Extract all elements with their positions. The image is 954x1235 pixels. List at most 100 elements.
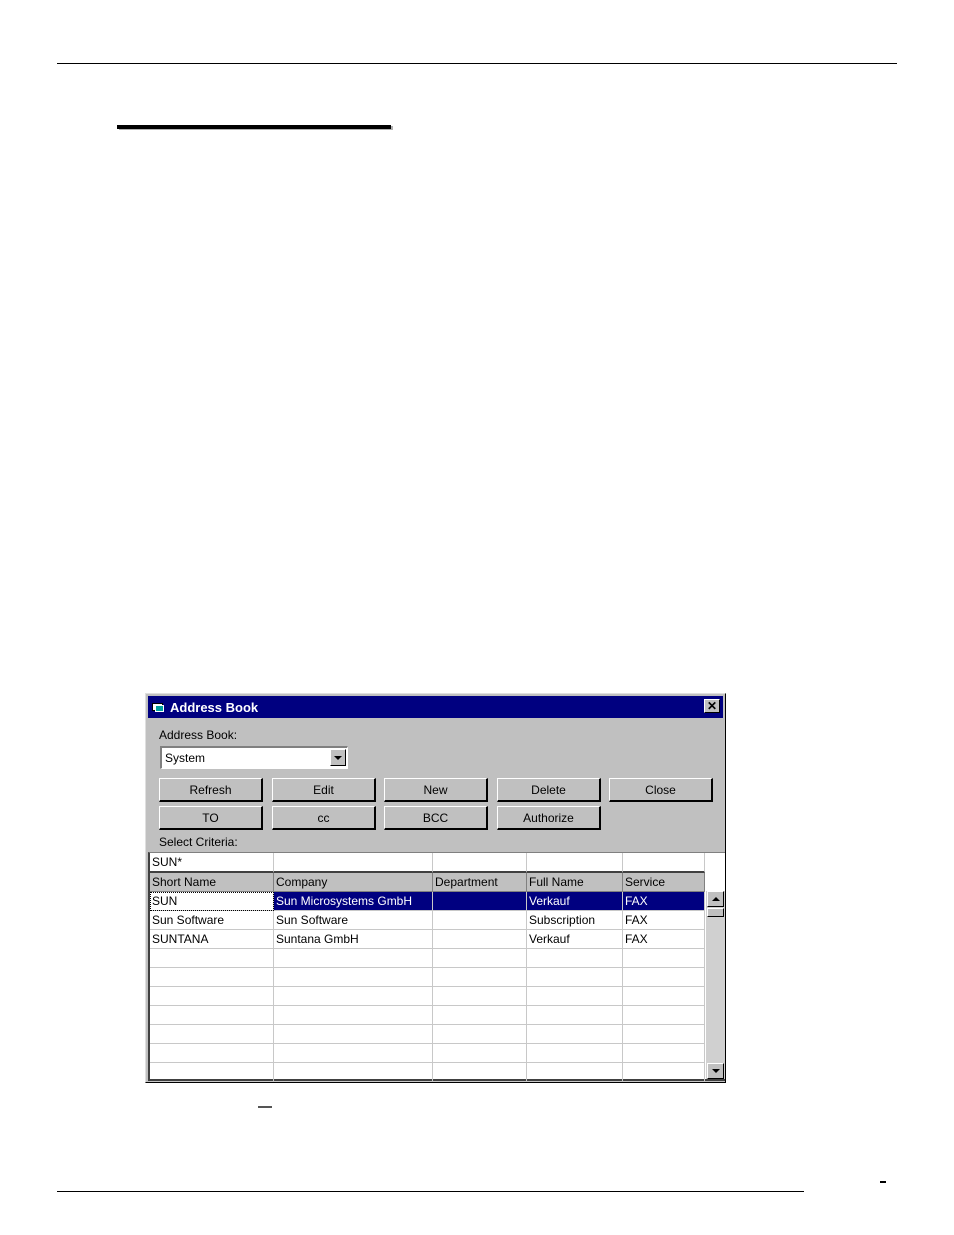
cell-full-name[interactable]: Subscription — [527, 911, 623, 930]
cell-department[interactable] — [433, 892, 527, 911]
cell-company[interactable] — [274, 1063, 433, 1082]
cell-department[interactable] — [433, 968, 527, 987]
criteria-input-short-name[interactable]: SUN* — [150, 853, 274, 873]
table-row[interactable] — [150, 1006, 705, 1025]
window-close-button[interactable]: ✕ — [704, 699, 720, 713]
cell-service[interactable]: FAX — [623, 892, 705, 911]
cell-full-name[interactable] — [527, 949, 623, 968]
close-icon: ✕ — [706, 699, 718, 713]
cell-department[interactable] — [433, 911, 527, 930]
cell-service[interactable] — [623, 1025, 705, 1044]
table-row[interactable] — [150, 968, 705, 987]
cell-service[interactable] — [623, 949, 705, 968]
cell-company[interactable]: Sun Microsystems GmbH — [274, 892, 433, 911]
table-row[interactable]: SUN Sun Microsystems GmbH Verkauf FAX — [150, 892, 705, 911]
close-button[interactable]: Close — [609, 778, 713, 802]
cell-short-name[interactable]: Sun Software — [150, 911, 274, 930]
cell-department[interactable] — [433, 1025, 527, 1044]
cell-department[interactable] — [433, 1044, 527, 1063]
delete-button[interactable]: Delete — [497, 778, 601, 802]
to-button[interactable]: TO — [159, 806, 263, 830]
column-header-short-name[interactable]: Short Name — [150, 873, 274, 892]
cell-company[interactable]: Sun Software — [274, 911, 433, 930]
scroll-thumb[interactable] — [707, 908, 724, 917]
table-row[interactable] — [150, 1063, 705, 1082]
column-header-full-name[interactable]: Full Name — [527, 873, 623, 892]
address-book-select-value: System — [165, 751, 206, 765]
cell-department[interactable] — [433, 949, 527, 968]
cell-full-name[interactable] — [527, 1006, 623, 1025]
cell-company[interactable]: Suntana GmbH — [274, 930, 433, 949]
cell-full-name[interactable] — [527, 987, 623, 1006]
criteria-input-department[interactable] — [433, 853, 527, 873]
cell-short-name[interactable] — [150, 968, 274, 987]
cell-company[interactable] — [274, 949, 433, 968]
criteria-input-company[interactable] — [274, 853, 433, 873]
cell-department[interactable] — [433, 1063, 527, 1082]
cell-full-name[interactable]: Verkauf — [527, 892, 623, 911]
cell-service[interactable] — [623, 968, 705, 987]
edit-button[interactable]: Edit — [272, 778, 376, 802]
cell-department[interactable] — [433, 930, 527, 949]
table-row[interactable] — [150, 987, 705, 1006]
address-book-select[interactable]: System — [160, 746, 348, 769]
cell-short-name[interactable] — [150, 1044, 274, 1063]
cell-full-name[interactable] — [527, 968, 623, 987]
cell-service[interactable] — [623, 987, 705, 1006]
criteria-input-full-name[interactable] — [527, 853, 623, 873]
cell-company[interactable] — [274, 987, 433, 1006]
cell-company[interactable] — [274, 1025, 433, 1044]
select-criteria-label: Select Criteria: — [159, 835, 238, 849]
table-row[interactable]: SUNTANA Suntana GmbH Verkauf FAX — [150, 930, 705, 949]
window-title: Address Book — [170, 699, 259, 715]
cell-short-name[interactable]: SUNTANA — [150, 930, 274, 949]
cell-full-name[interactable] — [527, 1063, 623, 1082]
cell-full-name[interactable] — [527, 1044, 623, 1063]
cell-company[interactable] — [274, 1044, 433, 1063]
cell-short-name[interactable] — [150, 1025, 274, 1044]
column-header-row: Short Name Company Department Full Name … — [150, 873, 705, 892]
chevron-down-icon — [334, 755, 342, 760]
refresh-button[interactable]: Refresh — [159, 778, 263, 802]
title-bar[interactable]: Address Book ✕ — [148, 696, 723, 718]
scroll-up-button[interactable] — [707, 891, 724, 907]
column-header-company[interactable]: Company — [274, 873, 433, 892]
cell-service[interactable]: FAX — [623, 930, 705, 949]
column-header-department[interactable]: Department — [433, 873, 527, 892]
new-button[interactable]: New — [384, 778, 488, 802]
address-book-label: Address Book: — [159, 728, 238, 742]
table-row[interactable] — [150, 1025, 705, 1044]
cell-short-name[interactable]: SUN — [150, 892, 274, 911]
table-row[interactable] — [150, 949, 705, 968]
cell-short-name[interactable] — [150, 1063, 274, 1082]
bcc-button[interactable]: BCC — [384, 806, 488, 830]
scroll-down-button[interactable] — [707, 1063, 724, 1079]
criteria-input-service[interactable] — [623, 853, 705, 873]
cell-service[interactable]: FAX — [623, 911, 705, 930]
cell-short-name[interactable] — [150, 949, 274, 968]
cell-department[interactable] — [433, 1006, 527, 1025]
cell-company[interactable] — [274, 968, 433, 987]
table-row[interactable]: Sun Software Sun Software Subscription FAX — [150, 911, 705, 930]
table-row[interactable] — [150, 1044, 705, 1063]
cell-service[interactable] — [623, 1063, 705, 1082]
cell-short-name[interactable] — [150, 1006, 274, 1025]
address-book-window: Address Book ✕ Address Book: System Refr… — [145, 693, 726, 1083]
cell-full-name[interactable] — [527, 1025, 623, 1044]
authorize-button[interactable]: Authorize — [497, 806, 601, 830]
cell-full-name[interactable]: Verkauf — [527, 930, 623, 949]
address-book-dropdown-button[interactable] — [330, 749, 346, 766]
page-number-mark — [880, 1181, 886, 1183]
cc-button[interactable]: cc — [272, 806, 376, 830]
address-book-icon — [152, 702, 166, 713]
page-footer-rule — [57, 1191, 804, 1192]
cell-department[interactable] — [433, 987, 527, 1006]
cell-service[interactable] — [623, 1006, 705, 1025]
address-grid: SUN* Short Name Company Department Full … — [148, 852, 725, 1082]
cell-company[interactable] — [274, 1006, 433, 1025]
vertical-scrollbar[interactable] — [706, 891, 725, 1079]
section-heading-rule — [117, 125, 391, 129]
cell-service[interactable] — [623, 1044, 705, 1063]
cell-short-name[interactable] — [150, 987, 274, 1006]
column-header-service[interactable]: Service — [623, 873, 705, 892]
